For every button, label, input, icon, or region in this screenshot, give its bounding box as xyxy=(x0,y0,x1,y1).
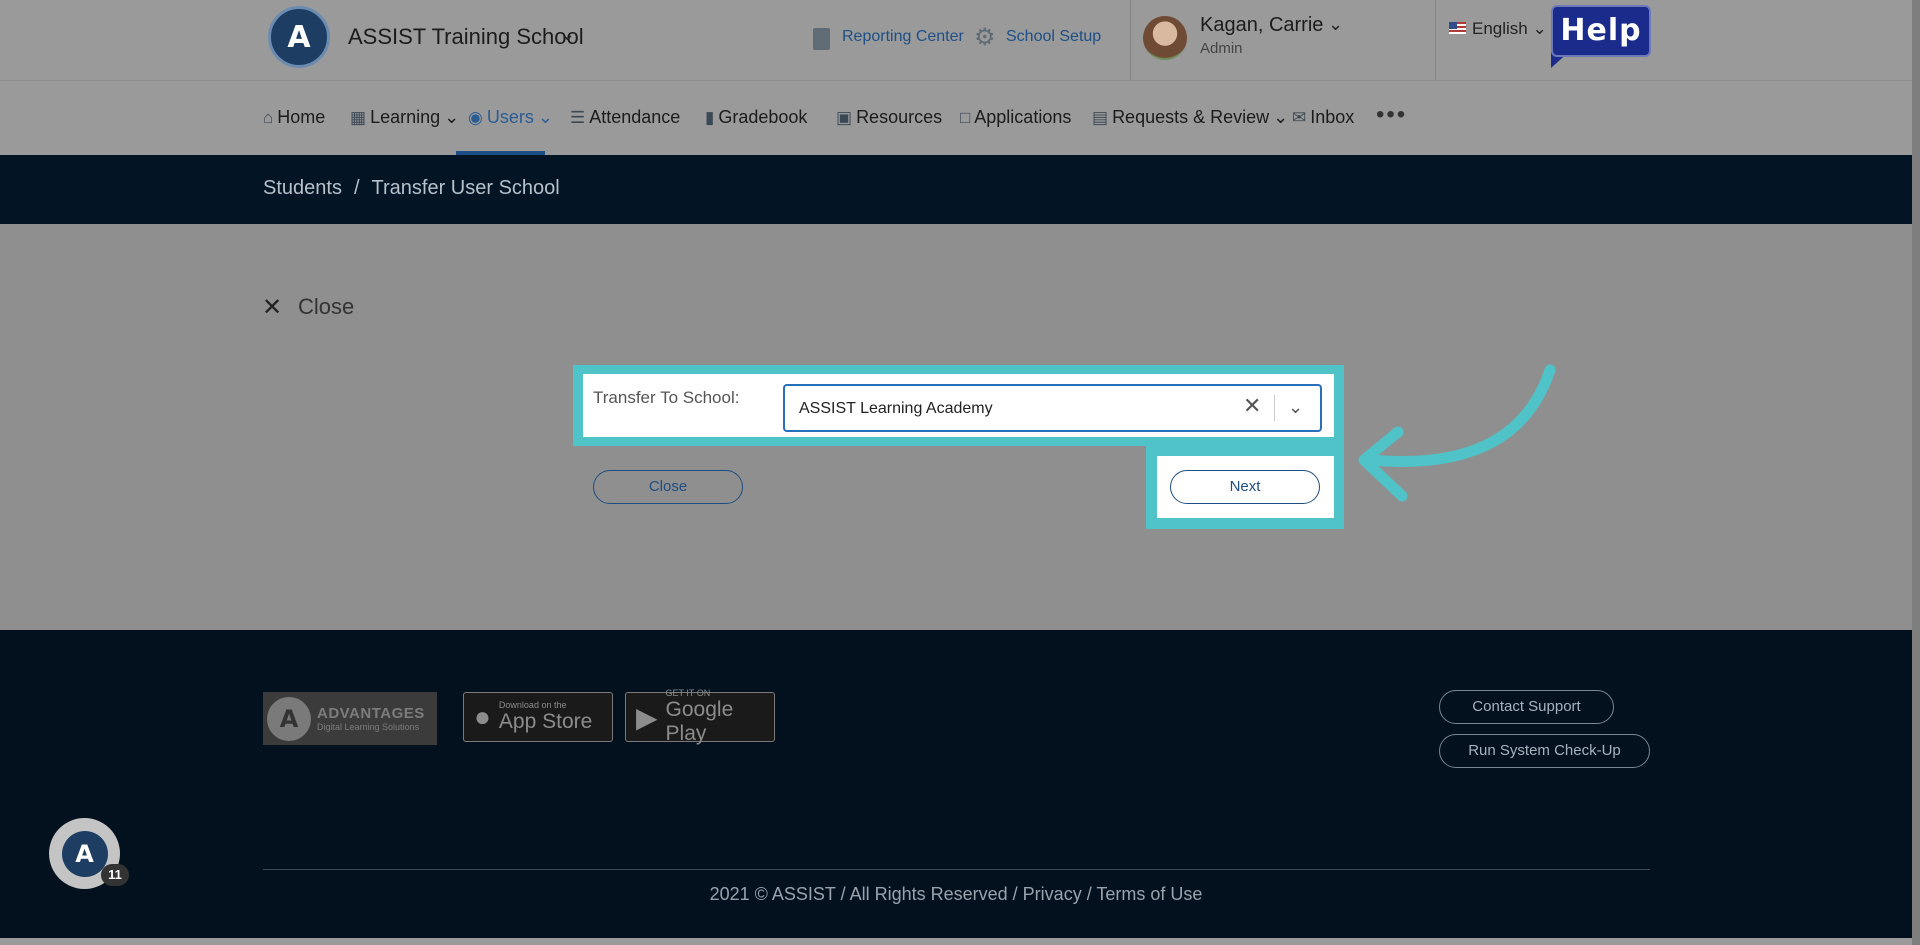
chevron-down-icon[interactable]: ⌄ xyxy=(1328,14,1343,35)
chevron-down-icon[interactable]: ⌄ xyxy=(1533,19,1547,38)
nav-requests-label: Requests & Review xyxy=(1112,107,1270,127)
chevron-down-icon[interactable]: ⌄ xyxy=(444,107,459,128)
language-selector[interactable]: English ⌄ xyxy=(1472,19,1547,39)
language-label[interactable]: English xyxy=(1472,19,1528,38)
header-divider xyxy=(1130,0,1131,80)
nav-learning-label: Learning xyxy=(370,107,441,127)
apple-icon: ● xyxy=(474,701,491,732)
nav-users[interactable]: ◉ Users ⌄ xyxy=(468,107,553,128)
advantages-subtitle: Digital Learning Solutions xyxy=(317,722,420,732)
google-play-badge[interactable]: ▶ GET IT ON Google Play xyxy=(625,688,775,745)
mail-icon: ✉ xyxy=(1292,107,1307,127)
chat-icon: □ xyxy=(960,107,971,127)
breadcrumb: Students / Transfer User School xyxy=(263,177,560,200)
nav-applications-label: Applications xyxy=(974,107,1072,127)
breadcrumb-students[interactable]: Students xyxy=(263,177,342,199)
nav-attendance[interactable]: ☰ Attendance xyxy=(570,107,680,128)
us-flag-icon xyxy=(1449,22,1466,34)
breadcrumb-bar: Students / Transfer User School xyxy=(0,155,1912,224)
close-button[interactable]: Close xyxy=(593,470,743,504)
nav-inbox-label: Inbox xyxy=(1310,107,1355,127)
clear-icon[interactable]: ✕ xyxy=(1243,395,1261,417)
learning-icon: ▦ xyxy=(350,107,367,127)
clipboard-icon: ▤ xyxy=(1092,107,1109,127)
nav-attendance-label: Attendance xyxy=(589,107,681,127)
chevron-down-icon[interactable]: ⌄ xyxy=(1288,397,1303,418)
nav-requests-review[interactable]: ▤ Requests & Review ⌄ xyxy=(1092,107,1288,128)
advantages-logo-icon: A xyxy=(267,696,311,741)
notification-badge: 11 xyxy=(101,864,129,886)
copyright-text: 2021 © ASSIST / All Rights Reserved / Pr… xyxy=(709,884,1203,904)
user-icon: ◉ xyxy=(468,107,483,127)
footer-divider xyxy=(263,869,1650,870)
school-select[interactable]: ASSIST Learning Academy ✕ ⌄ xyxy=(783,384,1322,432)
attendance-icon: ☰ xyxy=(570,107,586,127)
nav-learning[interactable]: ▦ Learning ⌄ xyxy=(350,107,459,128)
contact-support-button[interactable]: Contact Support xyxy=(1439,690,1614,724)
help-button[interactable]: Help xyxy=(1551,5,1651,57)
nav-applications[interactable]: □ Applications xyxy=(960,107,1071,128)
school-logo[interactable]: A xyxy=(268,6,330,68)
advantages-logo[interactable]: A ADVANTAGES Digital Learning Solutions xyxy=(263,692,437,745)
select-divider xyxy=(1274,395,1275,421)
nav-users-label: Users xyxy=(486,107,534,127)
school-name-selector[interactable]: ASSIST Training School xyxy=(348,24,584,50)
google-play-small: GET IT ON xyxy=(665,688,711,698)
google-play-big: Google Play xyxy=(665,698,734,745)
breadcrumb-separator: / xyxy=(353,177,360,199)
nav-gradebook-label: Gradebook xyxy=(718,107,808,127)
run-system-checkup-button[interactable]: Run System Check-Up xyxy=(1439,734,1650,768)
selected-school-value: ASSIST Learning Academy xyxy=(799,400,993,417)
play-icon: ▶ xyxy=(636,701,658,733)
document-icon xyxy=(813,28,830,50)
user-name[interactable]: Kagan, Carrie xyxy=(1200,14,1323,37)
close-icon[interactable]: ✕ xyxy=(262,296,282,320)
book-icon: ▮ xyxy=(705,107,715,127)
header-divider xyxy=(1435,0,1436,80)
school-setup-link[interactable]: School Setup xyxy=(1006,28,1101,46)
main-nav: ⌂ Home ▦ Learning ⌄ ◉ Users ⌄ ☰ Attendan… xyxy=(0,80,1912,155)
scrollbar[interactable] xyxy=(1912,0,1920,945)
next-button[interactable]: Next xyxy=(1170,470,1320,504)
nav-home[interactable]: ⌂ Home xyxy=(263,107,325,128)
advantages-title: ADVANTAGES xyxy=(317,705,425,722)
chevron-down-icon[interactable]: ⌄ xyxy=(560,24,575,45)
nav-resources[interactable]: ▣ Resources xyxy=(836,107,942,128)
top-header: A ASSIST Training School ⌄ Reporting Cen… xyxy=(0,0,1912,80)
chevron-down-icon[interactable]: ⌄ xyxy=(1273,107,1288,128)
bottom-edge xyxy=(0,938,1920,945)
home-icon: ⌂ xyxy=(263,107,274,127)
more-menu-icon[interactable]: ••• xyxy=(1376,101,1407,129)
app-store-big: App Store xyxy=(498,710,593,733)
assist-logo-icon: A xyxy=(61,830,108,877)
gear-icon: ⚙ xyxy=(974,24,996,51)
user-role: Admin xyxy=(1200,40,1243,57)
avatar[interactable] xyxy=(1143,16,1187,60)
close-link[interactable]: Close xyxy=(298,294,354,320)
inbox-tray-icon: ▣ xyxy=(836,107,853,127)
footer: A ADVANTAGES Digital Learning Solutions … xyxy=(0,630,1912,938)
nav-gradebook[interactable]: ▮ Gradebook xyxy=(705,107,807,128)
reporting-center-link[interactable]: Reporting Center xyxy=(842,28,964,46)
app-store-badge[interactable]: ● Download on the App Store xyxy=(463,692,613,742)
nav-resources-label: Resources xyxy=(856,107,943,127)
breadcrumb-current: Transfer User School xyxy=(371,177,560,199)
app-store-small: Download on the xyxy=(498,700,567,710)
tutorial-arrow-icon xyxy=(1358,364,1556,502)
nav-inbox[interactable]: ✉ Inbox xyxy=(1292,107,1354,128)
transfer-school-label: Transfer To School: xyxy=(593,388,740,407)
chevron-down-icon[interactable]: ⌄ xyxy=(538,107,553,128)
nav-home-label: Home xyxy=(277,107,326,127)
